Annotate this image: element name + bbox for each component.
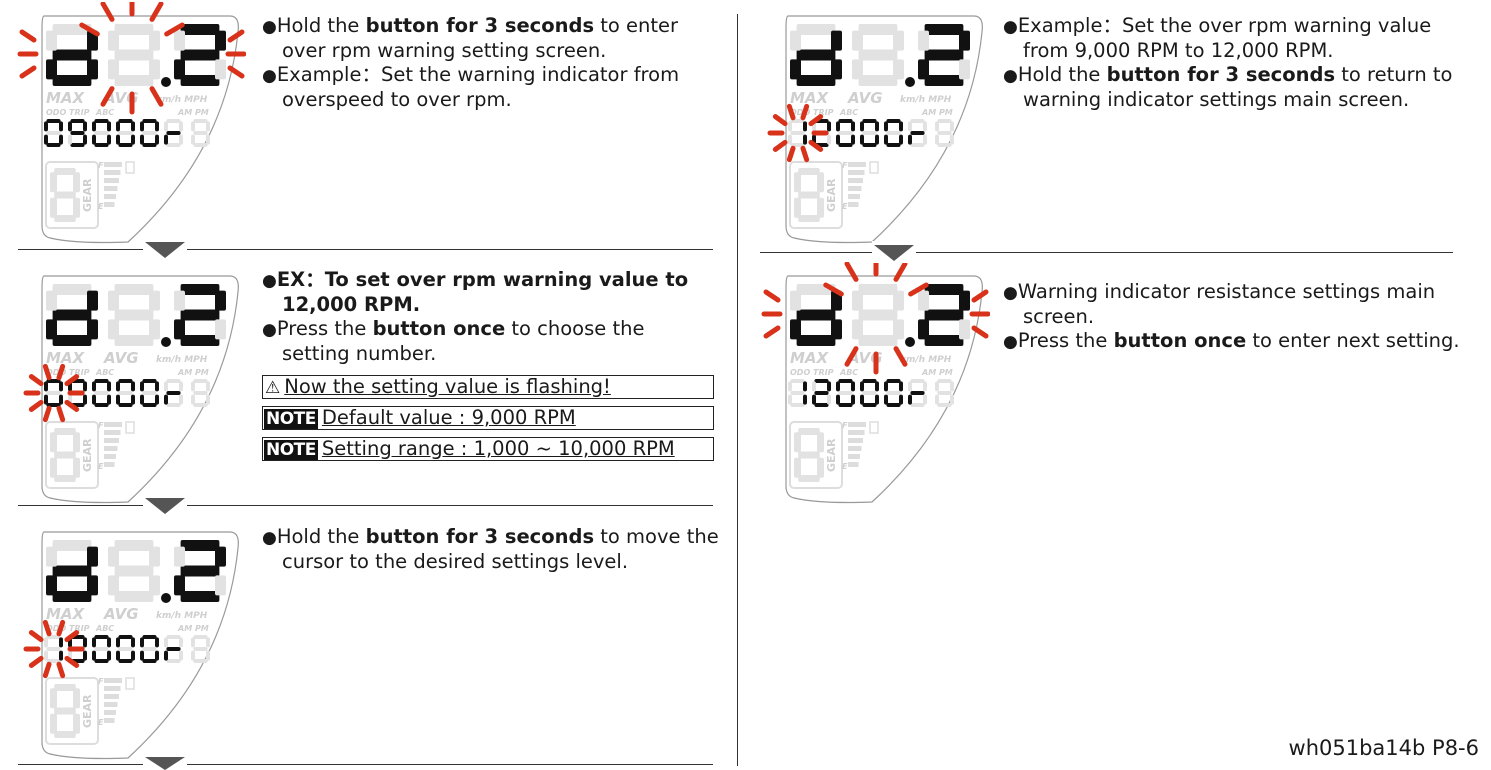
svg-text:MAX: MAX — [46, 89, 86, 107]
instruction-line: ●Hold the button for 3 seconds to enter — [262, 14, 679, 37]
lcd-display-step5: MAX AVG km/h MPHODO TRIP ABC AM PMGEARFE — [761, 262, 990, 504]
svg-text:AVG: AVG — [847, 89, 883, 107]
svg-text:E: E — [842, 202, 848, 211]
svg-text:ODO TRIP: ODO TRIP — [790, 108, 834, 117]
instruction-line: setting number. — [282, 342, 437, 365]
svg-text:AM PM: AM PM — [921, 108, 953, 117]
svg-text:km/h MPH: km/h MPH — [156, 611, 208, 621]
svg-text:E: E — [98, 718, 104, 727]
bullet-icon: ● — [1003, 332, 1018, 352]
svg-text:ABC: ABC — [95, 368, 114, 377]
svg-text:AM PM: AM PM — [177, 368, 209, 377]
svg-text:GEAR: GEAR — [81, 178, 94, 212]
step-divider — [760, 252, 1453, 253]
svg-text:GEAR: GEAR — [81, 438, 94, 472]
bullet-icon: ● — [262, 66, 277, 86]
instruction-line: cursor to the desired settings level. — [282, 550, 629, 573]
step-divider — [18, 505, 713, 506]
svg-text:AM PM: AM PM — [177, 108, 209, 117]
step-divider — [18, 764, 713, 765]
step1-instructions: ●Hold the button for 3 seconds to enter o… — [262, 14, 679, 112]
page-footer: wh051ba14b P8-6 — [1288, 736, 1479, 760]
svg-text:km/h MPH: km/h MPH — [156, 355, 208, 365]
bullet-icon: ● — [1003, 283, 1018, 303]
down-arrow-icon — [143, 494, 187, 516]
instruction-line: 12,000 RPM. — [282, 293, 421, 316]
lcd-display-step3: MAX AVG km/h MPH ODO TRIP ABC AM PM GEAR F E — [23, 531, 239, 760]
down-arrow-icon — [143, 753, 187, 770]
svg-text:km/h MPH: km/h MPH — [900, 95, 952, 105]
svg-text:ABC: ABC — [95, 108, 114, 117]
svg-text:F: F — [98, 161, 104, 170]
down-arrow-icon — [872, 241, 916, 263]
instruction-line: ●Example：Set the over rpm warning value — [1003, 14, 1432, 37]
bullet-icon: ● — [262, 17, 277, 37]
svg-text:F: F — [98, 421, 104, 430]
note-badge: NOTE — [264, 409, 318, 429]
warning-icon: ⚠ — [265, 378, 281, 398]
instruction-line: ●Example：Set the warning indicator from — [262, 63, 680, 86]
column-divider — [737, 14, 738, 766]
svg-text:ABC: ABC — [839, 368, 858, 377]
svg-text:MAX: MAX — [790, 349, 830, 367]
svg-text:E: E — [842, 462, 848, 471]
svg-text:GEAR: GEAR — [825, 438, 838, 472]
svg-text:km/h MPH: km/h MPH — [156, 95, 208, 105]
bullet-icon: ● — [262, 528, 277, 548]
lcd-display-step4: MAX AVG km/h MPH ODO TRIP ABC AM PM GEAR F E — [767, 15, 983, 244]
instruction-line: over rpm warning setting screen. — [282, 39, 607, 62]
step4-instructions: ●Example：Set the over rpm warning value f… — [1003, 14, 1452, 112]
step3-instructions: ●Hold the button for 3 seconds to move t… — [262, 525, 719, 574]
note-badge: NOTE — [264, 440, 318, 460]
step5-instructions: ●Warning indicator resistance settings m… — [1003, 280, 1460, 354]
svg-text:E: E — [98, 462, 104, 471]
svg-text:AM PM: AM PM — [177, 624, 209, 633]
svg-text:AVG: AVG — [103, 349, 139, 367]
svg-text:AM PM: AM PM — [921, 368, 953, 377]
note-setting-range: NOTE Setting range : 1,000 ~ 10,000 RPM — [262, 437, 714, 461]
instruction-line: ●EX：To set over rpm warning value to — [262, 268, 689, 291]
bullet-icon: ● — [262, 320, 277, 340]
svg-text:AVG: AVG — [103, 605, 139, 623]
step2-instructions: ●EX：To set over rpm warning value to 12,0… — [262, 268, 688, 366]
step-divider — [18, 249, 713, 250]
instruction-line: screen. — [1023, 305, 1095, 328]
svg-text:GEAR: GEAR — [825, 178, 838, 212]
svg-text:MAX: MAX — [46, 349, 86, 367]
bullet-icon: ● — [1003, 17, 1018, 37]
svg-text:ODO TRIP: ODO TRIP — [46, 108, 90, 117]
down-arrow-icon — [143, 238, 187, 260]
svg-text:MAX: MAX — [790, 89, 830, 107]
svg-text:ODO TRIP: ODO TRIP — [46, 624, 90, 633]
bullet-icon: ● — [262, 271, 277, 291]
instruction-line: ●Press the button once to enter next set… — [1003, 329, 1460, 352]
lcd-display-step2: MAX AVG km/h MPH ODO TRIP ABC AM PM GEAR F E — [23, 275, 239, 504]
note-default-value: NOTE Default value : 9,000 RPM — [262, 406, 714, 430]
svg-text:F: F — [842, 161, 848, 170]
instruction-line: overspeed to over rpm. — [282, 88, 512, 111]
instruction-line: ●Press the button once to choose the — [262, 317, 645, 340]
instruction-line: ●Hold the button for 3 seconds to move t… — [262, 525, 719, 548]
instruction-line: ●Warning indicator resistance settings m… — [1003, 280, 1436, 303]
svg-text:ODO TRIP: ODO TRIP — [46, 368, 90, 377]
instruction-line: ●Hold the button for 3 seconds to return… — [1003, 63, 1453, 86]
svg-text:km/h MPH: km/h MPH — [900, 355, 952, 365]
lcd-display-step1: MAX AVG km/h MPHODO TRIP ABC AM PMGEARFE — [17, 2, 246, 244]
svg-text:ABC: ABC — [95, 624, 114, 633]
bullet-icon: ● — [1003, 66, 1018, 86]
flashing-warning: ⚠ Now the setting value is flashing! — [262, 375, 714, 399]
instruction-line: warning indicator settings main screen. — [1023, 88, 1410, 111]
svg-text:MAX: MAX — [46, 605, 86, 623]
svg-text:GEAR: GEAR — [81, 694, 94, 728]
svg-text:F: F — [98, 677, 104, 686]
svg-text:F: F — [842, 421, 848, 430]
svg-text:ODO TRIP: ODO TRIP — [790, 368, 834, 377]
svg-text:ABC: ABC — [839, 108, 858, 117]
instruction-line: from 9,000 RPM to 12,000 RPM. — [1023, 39, 1334, 62]
svg-text:E: E — [98, 202, 104, 211]
